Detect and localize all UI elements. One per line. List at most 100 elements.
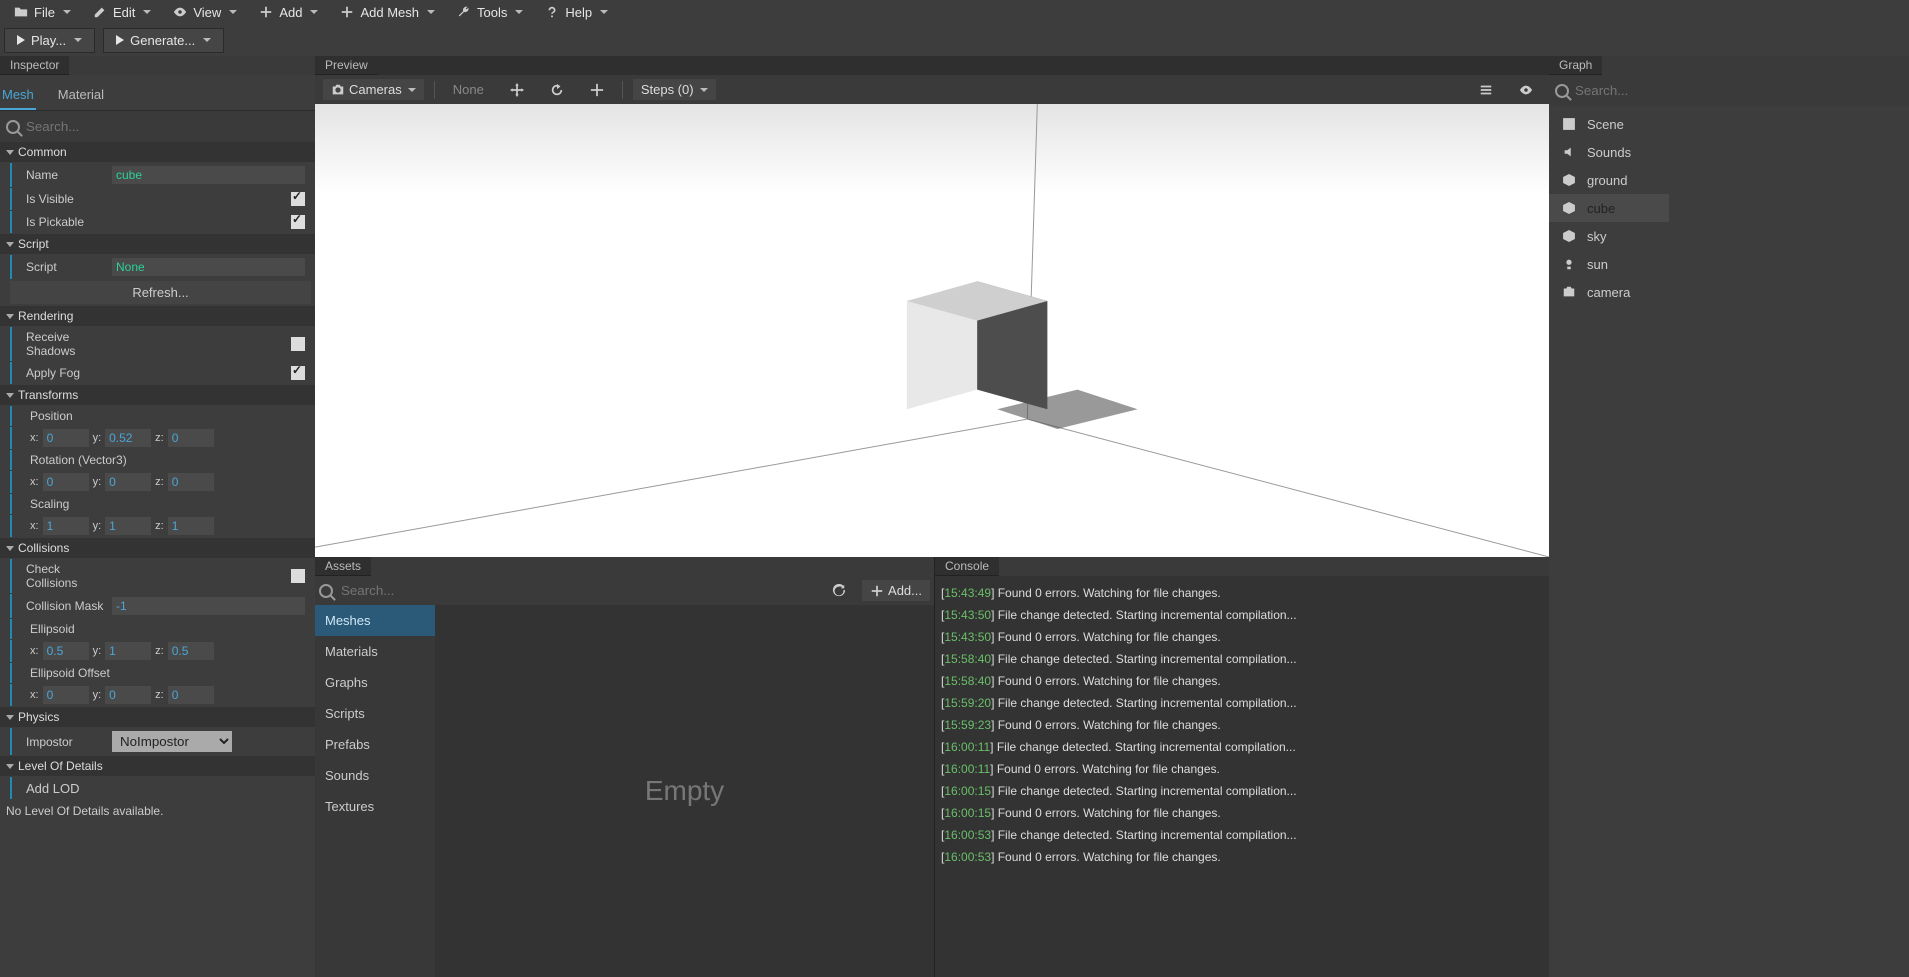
add-lod-button[interactable]: Add LOD xyxy=(10,777,311,799)
name-input[interactable] xyxy=(112,166,305,184)
section-collisions[interactable]: Collisions xyxy=(0,538,315,558)
section-transforms[interactable]: Transforms xyxy=(0,385,315,405)
play-icon xyxy=(17,35,25,45)
mesh-icon xyxy=(1561,200,1577,216)
graph-item-ground[interactable]: ground xyxy=(1549,166,1909,194)
elloff-x-input[interactable] xyxy=(43,686,89,704)
asset-cat-meshes[interactable]: Meshes xyxy=(315,605,435,636)
asset-cat-graphs[interactable]: Graphs xyxy=(315,667,435,698)
rotate-gizmo-button[interactable] xyxy=(542,80,572,100)
refresh-button[interactable]: Refresh... xyxy=(10,281,311,304)
visibility-button[interactable] xyxy=(1511,80,1541,100)
pos-x-input[interactable] xyxy=(43,429,89,447)
cameras-dropdown[interactable]: Cameras xyxy=(323,79,424,100)
help-icon xyxy=(545,5,559,19)
check-collisions-checkbox[interactable] xyxy=(291,569,305,583)
eye-icon xyxy=(1519,83,1533,97)
search-icon xyxy=(319,584,333,598)
graph-title: Graph xyxy=(1549,56,1602,75)
is-pickable-checkbox[interactable] xyxy=(291,215,305,229)
move-icon xyxy=(510,83,524,97)
console-line: [16:00:11] File change detected. Startin… xyxy=(941,736,1543,758)
menu-add-mesh[interactable]: Add Mesh xyxy=(330,3,445,22)
menu-tools[interactable]: Tools xyxy=(447,3,533,22)
preview-viewport[interactable] xyxy=(315,104,1549,557)
asset-cat-prefabs[interactable]: Prefabs xyxy=(315,729,435,760)
impostor-select[interactable]: NoImpostor xyxy=(112,731,232,752)
script-input[interactable] xyxy=(112,258,305,276)
assets-add-button[interactable]: Add... xyxy=(862,580,930,601)
ell-x-input[interactable] xyxy=(43,642,89,660)
receive-shadows-checkbox[interactable] xyxy=(291,337,305,351)
section-rendering[interactable]: Rendering xyxy=(0,306,315,326)
preview-none[interactable]: None xyxy=(445,79,492,100)
rot-z-input[interactable] xyxy=(168,473,214,491)
sound-icon xyxy=(1561,144,1577,160)
inspector-search-input[interactable] xyxy=(26,119,309,134)
pos-z-input[interactable] xyxy=(168,429,214,447)
rot-y-input[interactable] xyxy=(105,473,151,491)
field-script: Script xyxy=(10,255,311,279)
graph-item-cube[interactable]: cube xyxy=(1549,194,1669,222)
section-script[interactable]: Script xyxy=(0,234,315,254)
console-panel: Console [15:43:49] Found 0 errors. Watch… xyxy=(935,557,1549,977)
section-physics[interactable]: Physics xyxy=(0,707,315,727)
assets-search-input[interactable] xyxy=(341,583,816,598)
search-icon xyxy=(6,120,20,134)
graph-search-input[interactable] xyxy=(1575,83,1903,98)
section-lod[interactable]: Level Of Details xyxy=(0,756,315,776)
ell-z-input[interactable] xyxy=(168,642,214,660)
mesh-icon xyxy=(1561,228,1577,244)
asset-cat-textures[interactable]: Textures xyxy=(315,791,435,822)
scl-y-input[interactable] xyxy=(105,517,151,535)
tab-material[interactable]: Material xyxy=(56,81,106,110)
menu-help[interactable]: Help xyxy=(535,3,618,22)
asset-cat-scripts[interactable]: Scripts xyxy=(315,698,435,729)
menu-file[interactable]: File xyxy=(4,3,81,22)
console-line: [16:00:15] File change detected. Startin… xyxy=(941,780,1543,802)
section-common[interactable]: Common xyxy=(0,142,315,162)
menu-add[interactable]: Add xyxy=(249,3,328,22)
play-button[interactable]: Play... xyxy=(4,28,95,53)
collision-mask-input[interactable] xyxy=(112,597,305,615)
scale-gizmo-button[interactable] xyxy=(582,80,612,100)
elloff-z-input[interactable] xyxy=(168,686,214,704)
menu-edit[interactable]: Edit xyxy=(83,3,161,22)
inspector-panel: Inspector Mesh Material Common Name Is V… xyxy=(0,56,315,977)
ell-y-input[interactable] xyxy=(105,642,151,660)
graph-item-camera[interactable]: camera xyxy=(1549,278,1909,306)
move-gizmo-button[interactable] xyxy=(502,80,532,100)
menu-view[interactable]: View xyxy=(163,3,247,22)
pos-y-input[interactable] xyxy=(105,429,151,447)
plus-icon xyxy=(340,5,354,19)
eye-icon xyxy=(173,5,187,19)
scl-z-input[interactable] xyxy=(168,517,214,535)
graph-search[interactable] xyxy=(1549,75,1909,106)
rotation-vector: x: y: z: xyxy=(10,471,311,493)
graph-item-sun[interactable]: sun xyxy=(1549,250,1909,278)
elloff-y-input[interactable] xyxy=(105,686,151,704)
assets-refresh-button[interactable] xyxy=(824,581,854,601)
console-output[interactable]: [15:43:49] Found 0 errors. Watching for … xyxy=(935,576,1549,977)
tab-mesh[interactable]: Mesh xyxy=(0,81,36,110)
apply-fog-checkbox[interactable] xyxy=(291,366,305,380)
generate-button[interactable]: Generate... xyxy=(103,28,224,53)
scl-x-input[interactable] xyxy=(43,517,89,535)
main-menu-bar: File Edit View Add Add Mesh Tools Help xyxy=(0,0,1909,24)
graph-item-sky[interactable]: sky xyxy=(1549,222,1909,250)
assets-empty-label: Empty xyxy=(435,605,934,977)
rot-x-input[interactable] xyxy=(43,473,89,491)
console-line: [15:58:40] Found 0 errors. Watching for … xyxy=(941,670,1543,692)
inspector-search[interactable] xyxy=(0,111,315,142)
menu-icon-button[interactable] xyxy=(1471,80,1501,100)
graph-item-scene[interactable]: Scene xyxy=(1549,110,1909,138)
asset-cat-sounds[interactable]: Sounds xyxy=(315,760,435,791)
console-line: [16:00:15] Found 0 errors. Watching for … xyxy=(941,802,1543,824)
wrench-icon xyxy=(457,5,471,19)
console-line: [15:58:40] File change detected. Startin… xyxy=(941,648,1543,670)
graph-item-sounds[interactable]: Sounds xyxy=(1549,138,1909,166)
scaling-vector: x: y: z: xyxy=(10,515,311,537)
steps-dropdown[interactable]: Steps (0) xyxy=(633,79,716,100)
asset-cat-materials[interactable]: Materials xyxy=(315,636,435,667)
is-visible-checkbox[interactable] xyxy=(291,192,305,206)
